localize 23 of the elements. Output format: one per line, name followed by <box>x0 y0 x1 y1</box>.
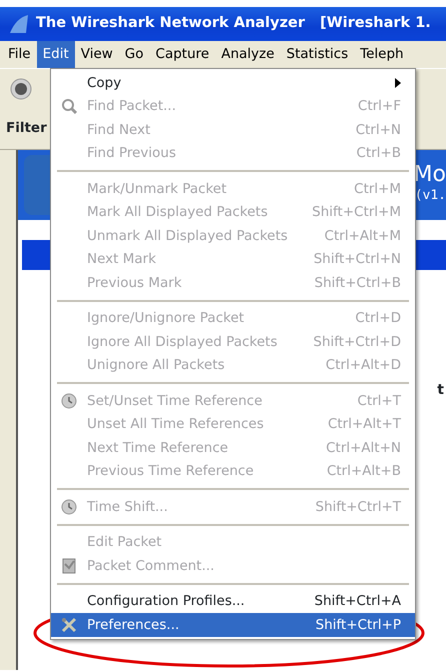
filter-label: Filter <box>6 119 47 138</box>
menu-item[interactable]: File <box>2 41 37 68</box>
tools-icon <box>61 616 77 633</box>
menu-item[interactable]: Statistics <box>280 41 354 68</box>
menu-item[interactable]: Capture <box>150 41 216 68</box>
version-text: (v1. <box>414 187 446 206</box>
section-text: t <box>437 382 444 398</box>
clock-icon <box>61 392 77 409</box>
window-title: The Wireshark Network Analyzer [Wireshark 1. <box>36 14 431 34</box>
menu-item[interactable]: Copy <box>51 71 415 94</box>
welcome-heading: Mo <box>414 164 446 186</box>
menu-item[interactable]: Preferences... Shift+Ctrl+P <box>51 613 415 636</box>
menu-item[interactable]: Edit <box>36 41 75 68</box>
search-icon <box>61 98 77 114</box>
fin-icon <box>8 13 30 35</box>
note-icon <box>61 558 77 574</box>
menu-item[interactable]: Go <box>118 41 150 68</box>
menu-item[interactable]: Analyze <box>215 41 280 68</box>
menu-item[interactable]: View <box>74 41 119 68</box>
menu-item[interactable]: Configuration Profiles... Shift+Ctrl+A <box>51 590 415 613</box>
interface-icon[interactable] <box>10 78 32 100</box>
menu-item[interactable]: Teleph <box>354 41 410 68</box>
clock-icon <box>61 498 77 515</box>
